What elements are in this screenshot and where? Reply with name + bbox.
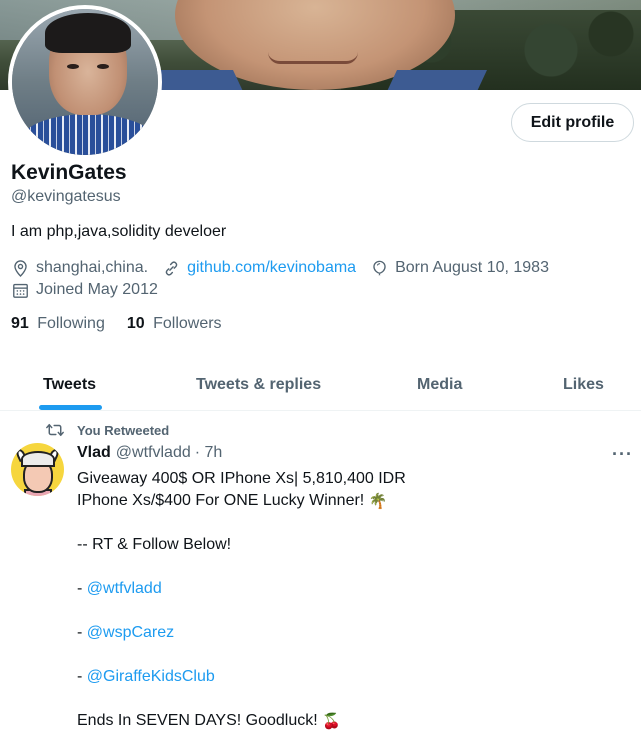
joined-item: Joined May 2012 [11,281,158,300]
followers-count: 10 [126,315,145,332]
mention-link[interactable]: @wtfvladd [87,580,162,597]
tweet-line: Ends In SEVEN DAYS! Goodluck! 🍒 [77,710,617,732]
retweet-context: You Retweeted [45,421,169,439]
joined-text: Joined May 2012 [36,281,158,298]
tweet-line-gap [77,512,617,534]
retweet-icon [46,423,64,437]
birthday-text: Born August 10, 1983 [395,259,549,276]
tweet-dash: - [77,580,87,597]
followers-link[interactable]: 10 Followers [127,315,222,333]
tweet-line: IPhone Xs/$400 For ONE Lucky Winner! 🌴 [77,490,617,512]
calendar-icon [13,283,28,298]
location-text: shanghai,china. [36,259,149,276]
follow-stats: 91 Following 10 Followers [11,315,244,333]
tweet-line-gap [77,556,617,578]
tweet-dash: - [77,668,87,685]
birthday-item: Born August 10, 1983 [370,259,549,278]
tweet-dash: - [77,624,87,641]
tweet-author-handle[interactable]: @wtfvladd [116,444,191,462]
palm-tree-icon: 🌴 [368,493,388,510]
profile-name: KevinGates [11,161,127,184]
following-link[interactable]: 91 Following [11,315,105,333]
tweet-line-gap [77,644,617,666]
map-pin-icon [14,259,27,277]
banner-mouth [268,52,358,64]
tweet-author-avatar[interactable] [11,443,64,496]
following-label: Following [37,315,105,332]
tweet-line: Giveaway 400$ OR IPhone Xs| 5,810,400 ID… [77,470,406,487]
avatar-helmet [21,451,55,467]
website-item[interactable]: github.com/kevinobama [162,259,356,278]
tweet-line: - @wtfvladd [77,578,617,600]
tweet-author-name[interactable]: Vlad [77,444,111,462]
tweet-line: - @GiraffeKidsClub [77,666,617,688]
profile-handle: @kevingatesus [11,188,121,205]
tweet-line-text: Ends In SEVEN DAYS! Goodluck! [77,712,318,729]
following-count: 91 [11,315,29,332]
mention-link[interactable]: @GiraffeKidsClub [87,668,215,685]
active-tab-indicator [39,405,102,410]
profile-meta-row-2: Joined May 2012 [11,280,172,300]
mention-link[interactable]: @wspCarez [87,624,174,641]
tab-likes[interactable]: Likes [563,358,604,411]
followers-label: Followers [153,315,222,332]
retweet-label: You Retweeted [77,422,170,438]
link-icon [165,261,178,275]
profile-meta-row-1: shanghai,china. github.com/kevinobama Bo… [11,258,563,278]
avatar-eye-right [97,64,109,69]
profile-tabs: Tweets Tweets & replies Media Likes [0,358,641,411]
tweet-line: - @wspCarez [77,622,617,644]
location-item: shanghai,china. [11,259,148,278]
tweet-header: Vlad @wtfvladd · 7h [77,444,222,462]
tweet-text: Giveaway 400$ OR IPhone Xs| 5,810,400 ID… [77,468,617,732]
balloon-icon [373,260,386,275]
tab-tweets-replies[interactable]: Tweets & replies [196,358,321,411]
edit-profile-button[interactable]: Edit profile [511,103,634,142]
tab-media[interactable]: Media [417,358,462,411]
avatar-hair [45,13,131,53]
tweet-line-text: IPhone Xs/$400 For ONE Lucky Winner! [77,492,365,509]
tweet-time[interactable]: · 7h [195,444,223,462]
tab-tweets[interactable]: Tweets [43,358,96,411]
banner-collar-right [383,70,487,90]
profile-avatar[interactable] [8,5,162,159]
website-link[interactable]: github.com/kevinobama [187,259,356,277]
more-horizontal-icon[interactable]: ··· [612,444,633,465]
avatar-eye-left [67,64,79,69]
profile-bio: I am php,java,solidity develoer [11,223,227,240]
tweet-line-gap [77,688,617,710]
cherries-icon: 🍒 [322,713,341,730]
tweet-line: -- RT & Follow Below! [77,536,232,553]
tweet-line-gap [77,600,617,622]
